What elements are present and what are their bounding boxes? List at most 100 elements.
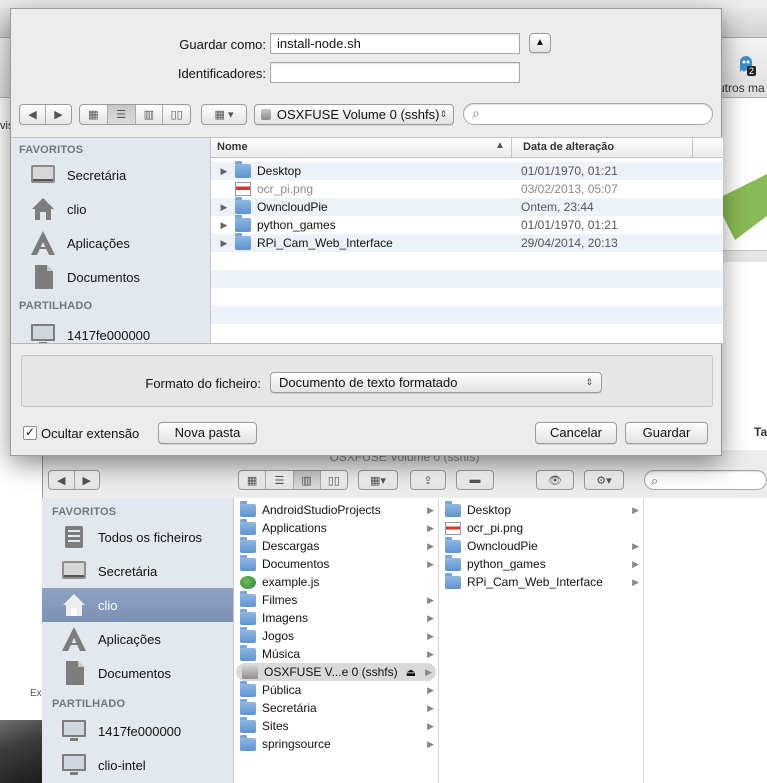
sidebar-item-1417fe000000[interactable]: 1417fe000000 xyxy=(11,318,210,343)
tag-icon[interactable]: ▬ xyxy=(457,471,493,489)
folder-icon xyxy=(240,698,256,715)
finder-nav-buttons[interactable]: ◀ ▶ xyxy=(48,470,100,490)
tags-field[interactable] xyxy=(270,62,520,83)
column-item[interactable]: RPi_Cam_Web_Interface ▶ xyxy=(439,572,643,591)
column-item[interactable]: springsource ▶ xyxy=(234,734,438,753)
column-item[interactable]: Desktop ▶ xyxy=(439,500,643,519)
cancel-button[interactable]: Cancelar xyxy=(535,422,617,444)
file-row[interactable]: ocr_pi.png 03/02/2013, 05:07 xyxy=(211,180,723,198)
sidebar-item-documentos[interactable]: Documentos xyxy=(42,656,233,690)
disclosure-triangle-icon[interactable]: ▶ xyxy=(217,166,231,177)
file-row[interactable]: ▶ python_games 01/01/1970, 01:21 xyxy=(211,215,723,234)
disclosure-triangle-icon[interactable]: ▶ xyxy=(217,238,231,249)
popup-arrows-icon: ⇕ xyxy=(585,377,593,387)
coverflow-view-icon[interactable]: ▯▯ xyxy=(321,471,347,489)
disclosure-triangle-icon[interactable]: ▶ xyxy=(217,220,231,231)
file-row[interactable]: ▶ RPi_Cam_Web_Interface 29/04/2014, 20:13 xyxy=(211,233,723,252)
finder-back-icon[interactable]: ◀ xyxy=(49,471,75,489)
share-button[interactable]: ⇪ xyxy=(410,470,446,490)
column-item[interactable]: Descargas ▶ xyxy=(234,536,438,555)
hide-extension-checkbox[interactable]: ✓ xyxy=(23,426,37,440)
back-icon[interactable]: ◀ xyxy=(20,105,46,124)
column-item[interactable]: Filmes ▶ xyxy=(234,590,438,609)
chevron-right-icon: ▶ xyxy=(425,666,432,677)
new-folder-button[interactable]: Nova pasta xyxy=(158,422,257,444)
save-as-field[interactable]: install-node.sh xyxy=(270,33,520,54)
arrange-menu[interactable]: ▦▾ xyxy=(358,470,398,490)
forward-icon[interactable]: ▶ xyxy=(46,105,71,124)
coverflow-view-icon[interactable]: ▯▯ xyxy=(163,105,190,124)
save-button[interactable]: Guardar xyxy=(625,422,708,444)
column-item[interactable]: Sites ▶ xyxy=(234,716,438,735)
chevron-right-icon: ▶ xyxy=(427,738,434,749)
finder-toolbar: ◀ ▶ ▦ ☰ ▥ ▯▯ ▦▾ ⇪ ▬ 👁 ⚙▾ ⌕ xyxy=(42,466,767,496)
sidebar-item-clio[interactable]: clio xyxy=(11,192,210,226)
finder-search-field[interactable]: ⌕ xyxy=(644,470,767,490)
finder-column-home: AndroidStudioProjects ▶ Applications ▶ Desca… xyxy=(234,498,439,783)
sidebar-item-secret-ria[interactable]: Secretária xyxy=(11,158,210,192)
quick-look-button[interactable]: 👁 xyxy=(536,470,574,490)
sidebar-item-aplica-es[interactable]: Aplicações xyxy=(42,622,233,656)
sidebar-item-clio-intel[interactable]: clio-intel xyxy=(42,748,233,782)
sidebar-item-label: Secretária xyxy=(67,167,127,183)
sidebar-item-todos-os-ficheiros[interactable]: Todos os ficheiros xyxy=(42,520,233,554)
format-popup[interactable]: Documento de texto formatado ⇕ xyxy=(270,372,602,393)
chevron-up-icon: ▲ xyxy=(535,37,545,48)
column-item[interactable]: Imagens ▶ xyxy=(234,608,438,627)
date-column-header[interactable]: Data de alteração xyxy=(523,141,614,153)
column-item[interactable]: OSXFUSE V...e 0 (sshfs) ⏏ ▶ xyxy=(236,663,436,681)
file-date: Ontem, 23:44 xyxy=(521,200,594,214)
dialog-search-field[interactable]: ⌕ xyxy=(463,103,713,125)
location-popup[interactable]: OSXFUSE Volume 0 (sshfs) ⇕ xyxy=(254,104,454,125)
column-item[interactable]: Applications ▶ xyxy=(234,518,438,537)
sidebar-item-1417fe000000[interactable]: 1417fe000000 xyxy=(42,714,233,748)
column-view-icon[interactable]: ▥ xyxy=(136,105,164,124)
arrange-icon[interactable]: ▦ ▾ xyxy=(202,105,246,124)
list-view-icon[interactable]: ☰ xyxy=(266,471,294,489)
file-row[interactable]: ▶ Desktop 01/01/1970, 01:21 xyxy=(211,161,723,180)
dialog-nav-buttons[interactable]: ◀ ▶ xyxy=(19,104,72,125)
folder-icon xyxy=(240,554,256,571)
folder-icon xyxy=(235,233,251,250)
column-item[interactable]: OwncloudPie ▶ xyxy=(439,536,643,555)
sidebar-item-documentos[interactable]: Documentos xyxy=(11,260,210,294)
column-item[interactable]: AndroidStudioProjects ▶ xyxy=(234,500,438,519)
expand-dialog-button[interactable]: ▲ xyxy=(529,33,551,53)
dialog-arrange-menu[interactable]: ▦ ▾ xyxy=(201,104,247,125)
column-item[interactable]: ocr_pi.png xyxy=(439,519,643,537)
column-item[interactable]: Música ▶ xyxy=(234,644,438,663)
column-item[interactable]: Pública ▶ xyxy=(234,680,438,699)
other-bookmarks-label[interactable]: utros ma xyxy=(718,81,765,95)
column-item-label: Música xyxy=(262,647,301,661)
folder-icon xyxy=(240,734,256,751)
column-item[interactable]: Secretária ▶ xyxy=(234,698,438,717)
column-item[interactable]: Documentos ▶ xyxy=(234,554,438,573)
column-item[interactable]: python_games ▶ xyxy=(439,554,643,573)
dialog-view-switcher[interactable]: ▦ ☰ ▥ ▯▯ xyxy=(79,104,191,125)
sidebar-item-clio[interactable]: clio xyxy=(42,588,233,622)
sidebar-item-label: Todos os ficheiros xyxy=(98,529,203,545)
gear-icon[interactable]: ⚙▾ xyxy=(585,471,623,489)
tag-button[interactable]: ▬ xyxy=(456,470,494,490)
folder-icon xyxy=(240,590,256,607)
icon-view-icon[interactable]: ▦ xyxy=(239,471,267,489)
file-row[interactable]: ▶ OwncloudPie Ontem, 23:44 xyxy=(211,197,723,216)
arrange-icon[interactable]: ▦▾ xyxy=(359,471,397,489)
action-menu[interactable]: ⚙▾ xyxy=(584,470,624,490)
icon-view-icon[interactable]: ▦ xyxy=(80,105,108,124)
sidebar-item-aplica-es[interactable]: Aplicações xyxy=(11,226,210,260)
sidebar-item-label: Documentos xyxy=(98,665,171,681)
eye-icon[interactable]: 👁 xyxy=(537,471,573,489)
sidebar-item-secret-ria[interactable]: Secretária xyxy=(42,554,233,588)
column-item[interactable]: Jogos ▶ xyxy=(234,626,438,645)
eject-icon[interactable]: ⏏ xyxy=(406,666,416,679)
list-view-icon[interactable]: ☰ xyxy=(107,105,136,124)
column-item[interactable]: example.js xyxy=(234,573,438,591)
finder-forward-icon[interactable]: ▶ xyxy=(75,471,100,489)
finder-view-switcher[interactable]: ▦ ☰ ▥ ▯▯ xyxy=(238,470,348,490)
disclosure-triangle-icon[interactable]: ▶ xyxy=(217,202,231,213)
empty-row xyxy=(211,252,723,270)
column-view-icon[interactable]: ▥ xyxy=(293,471,321,489)
name-column-header[interactable]: Nome xyxy=(217,141,507,153)
share-icon[interactable]: ⇪ xyxy=(411,471,445,489)
